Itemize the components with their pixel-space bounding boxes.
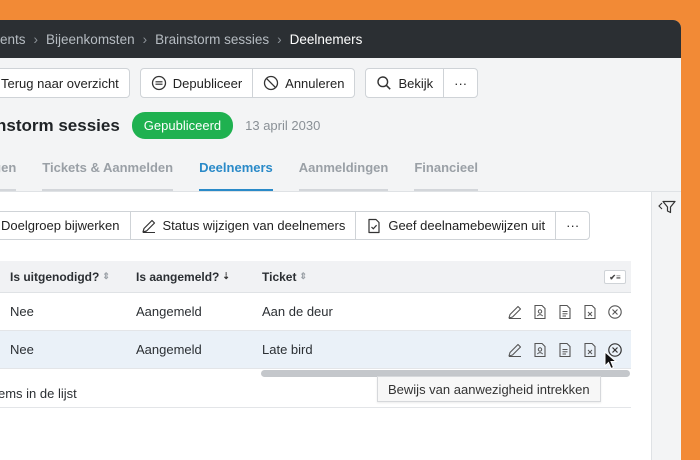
footer-divider (0, 407, 631, 408)
search-icon (376, 75, 392, 91)
cell-invited: Nee (10, 304, 34, 319)
file-check-icon (366, 218, 382, 234)
change-status-label: Status wijzigen van deelnemers (162, 218, 346, 233)
breadcrumb-separator: › (277, 31, 282, 47)
more-actions-button[interactable]: ··· (443, 68, 479, 98)
sort-icon: ⇕ (102, 271, 110, 281)
more-actions-label: ··· (454, 75, 468, 91)
page-title: nstorm sessies (0, 115, 120, 135)
column-header-registered[interactable]: Is aangemeld? ⇣ (136, 261, 230, 292)
table-row[interactable]: Nee Aangemeld Late bird (0, 331, 631, 369)
tab-deelnemers[interactable]: Deelnemers (199, 160, 273, 192)
breadcrumb-item-events[interactable]: ents (0, 32, 26, 47)
minus-circle-icon (151, 75, 167, 91)
unpublish-button-label: Depubliceer (172, 75, 243, 91)
column-header-invited[interactable]: Is uitgenodigd? ⇕ (10, 261, 110, 292)
breadcrumb: ents › Bijeenkomsten › Brainstorm sessie… (0, 20, 681, 58)
ban-icon (263, 75, 279, 91)
issue-certificates-label: Geef deelnamebewijzen uit (388, 218, 546, 233)
cancel-event-button[interactable]: Annuleren (252, 68, 356, 98)
view-button-label: Bekijk (398, 75, 434, 91)
tab-aanmeldingen[interactable]: Aanmeldingen (298, 160, 389, 192)
participants-toolbar: Doelgroep bijwerken Status wijzigen van … (0, 211, 600, 240)
cell-ticket: Late bird (262, 342, 313, 357)
toolbar-more-button[interactable]: ··· (555, 211, 591, 240)
event-title-row: nstorm sessies Gepubliceerd 13 april 203… (0, 112, 320, 139)
cancel-event-button-label: Annuleren (285, 75, 345, 91)
header-actions: Terug naar overzicht Depubliceer Annuler… (0, 68, 488, 98)
column-header-ticket[interactable]: Ticket ⇕ (262, 261, 307, 292)
badge-person-icon[interactable] (532, 304, 548, 320)
column-ticket-label: Ticket (262, 269, 297, 284)
column-registered-label: Is aangemeld? (136, 269, 220, 284)
table-header: Is uitgenodigd? ⇕ Is aangemeld? ⇣ Ticket… (0, 261, 631, 293)
breadcrumb-current: Deelnemers (289, 31, 363, 47)
edit-icon[interactable] (507, 342, 523, 358)
document-icon[interactable] (557, 342, 573, 358)
document-icon[interactable] (557, 304, 573, 320)
mouse-cursor-icon (604, 350, 618, 376)
cell-ticket: Aan de deur (262, 304, 333, 319)
view-actions-group: Bekijk ··· (365, 68, 479, 98)
status-badge: Gepubliceerd (131, 112, 234, 139)
participants-actions-group: Doelgroep bijwerken Status wijzigen van … (0, 211, 591, 240)
issue-certificates-button[interactable]: Geef deelnamebewijzen uit (355, 211, 557, 240)
breadcrumb-item-bijeenkomsten[interactable]: Bijeenkomsten (46, 32, 135, 47)
edit-icon[interactable] (507, 304, 523, 320)
file-revoke-icon[interactable] (582, 304, 598, 320)
row-actions (507, 304, 623, 320)
update-target-group-button[interactable]: Doelgroep bijwerken (0, 211, 131, 240)
table-row[interactable]: Nee Aangemeld Aan de deur (0, 293, 631, 331)
sort-descending-icon: ⇣ (222, 271, 230, 281)
pencil-icon (141, 218, 157, 234)
publish-actions-group: Depubliceer Annuleren (139, 68, 356, 98)
tab-bar: lingen Tickets & Aanmelden Deelnemers Aa… (0, 160, 478, 192)
filter-panel (651, 191, 681, 460)
column-settings-icon[interactable]: ✔≡ (604, 270, 626, 284)
unpublish-button[interactable]: Depubliceer (139, 68, 254, 98)
breadcrumb-separator: › (33, 31, 39, 47)
tab-tickets[interactable]: Tickets & Aanmelden (42, 160, 174, 192)
tooltip: Bewijs van aanwezigheid intrekken (377, 376, 601, 402)
sort-icon: ⇕ (299, 271, 308, 281)
toolbar-more-label: ··· (566, 218, 580, 233)
remove-circle-icon[interactable] (607, 304, 623, 320)
tab-instellingen[interactable]: lingen (0, 160, 17, 192)
back-button-label: Terug naar overzicht (1, 75, 119, 91)
cell-invited: Nee (10, 342, 34, 357)
update-target-group-label: Doelgroep bijwerken (1, 218, 120, 233)
back-button[interactable]: Terug naar overzicht (0, 68, 130, 98)
breadcrumb-separator: › (142, 31, 148, 47)
column-invited-label: Is uitgenodigd? (10, 269, 100, 284)
filter-icon[interactable] (658, 200, 676, 219)
badge-person-icon[interactable] (532, 342, 548, 358)
change-status-button[interactable]: Status wijzigen van deelnemers (129, 211, 357, 240)
cell-registered: Aangemeld (136, 304, 202, 319)
event-date: 13 april 2030 (245, 118, 321, 133)
tab-financieel[interactable]: Financieel (414, 160, 478, 192)
cell-registered: Aangemeld (136, 342, 202, 357)
file-revoke-icon[interactable] (582, 342, 598, 358)
list-count-text: ems in de lijst (0, 386, 77, 401)
view-button[interactable]: Bekijk (365, 68, 445, 98)
breadcrumb-item-brainstorm[interactable]: Brainstorm sessies (155, 32, 269, 47)
